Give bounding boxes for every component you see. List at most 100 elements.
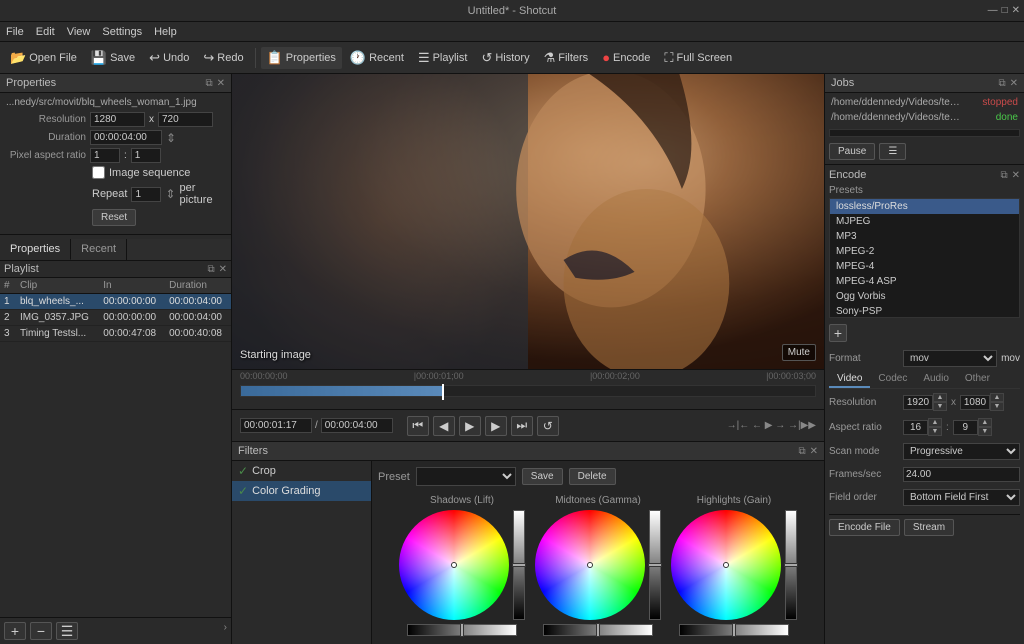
midtones-color-wheel[interactable] [535,510,645,620]
playlist-button[interactable]: ☰ Playlist [412,47,474,69]
playlist-add-button[interactable]: + [4,622,26,640]
menu-view[interactable]: View [67,26,91,38]
shadows-color-wheel[interactable] [399,510,509,620]
resolution-width-input[interactable] [90,112,145,127]
highlights-color-wheel[interactable] [671,510,781,620]
highlights-slider-handle[interactable] [784,563,798,567]
current-time-input[interactable] [240,418,312,433]
redo-button[interactable]: ↪ Redo [197,47,249,69]
field-order-select[interactable]: Bottom Field First [903,489,1020,506]
asp-h-up[interactable]: ▲ [978,418,992,427]
encode-tab-audio[interactable]: Audio [915,371,957,388]
recent-button[interactable]: 🕐 Recent [344,47,410,69]
duration-up-down[interactable]: ⇕ [166,131,176,145]
encode-button[interactable]: ● Encode [596,47,656,68]
scan-mode-select[interactable]: Progressive [903,443,1020,460]
skip-to-end-button[interactable]: ⏭ [511,416,533,436]
playlist-row[interactable]: 2 IMG_0357.JPG 00:00:00:00 00:00:04:00 [0,310,231,326]
preset-item[interactable]: MPEG-4 ASP [830,274,1019,289]
skip-to-start-button[interactable]: ⏮ [407,416,429,436]
encode-file-button[interactable]: Encode File [829,519,900,536]
resolution-w-input[interactable] [903,395,933,410]
res-h-down[interactable]: ▼ [990,402,1004,411]
midtones-slider-handle[interactable] [648,563,662,567]
shadows-bottom-slider[interactable] [407,624,517,636]
res-w-down[interactable]: ▼ [933,402,947,411]
fps-input[interactable] [903,467,1020,482]
preset-item[interactable]: MPEG-2 [830,244,1019,259]
filters-close-button[interactable]: ✕ [810,446,818,457]
encode-tab-video[interactable]: Video [829,371,870,388]
properties-button[interactable]: 📋 Properties [261,47,342,69]
encode-close-button[interactable]: ✕ [1012,170,1020,181]
playlist-close-button[interactable]: ✕ [219,264,227,275]
playlist-float-button[interactable]: ⧉ [207,264,214,275]
close-button[interactable]: ✕ [1012,5,1020,16]
job-item-2[interactable]: /home/ddennedy/Videos/test.mov done [827,110,1022,125]
preset-item[interactable]: MJPEG [830,214,1019,229]
tab-recent[interactable]: Recent [71,239,127,260]
asp-w-up[interactable]: ▲ [928,418,942,427]
playlist-nav-right[interactable]: › [224,622,227,640]
jobs-pause-button[interactable]: Pause [829,143,875,160]
preset-item[interactable]: lossless/ProRes [830,199,1019,214]
encode-tab-codec[interactable]: Codec [870,371,915,388]
properties-close-button[interactable]: ✕ [217,78,225,89]
menu-settings[interactable]: Settings [102,26,142,38]
repeat-up-down[interactable]: ⇕ [165,187,175,201]
jobs-close-button[interactable]: ✕ [1010,78,1018,89]
total-time-input[interactable] [321,418,393,433]
image-sequence-checkbox[interactable] [92,166,105,179]
preset-item[interactable]: MP3 [830,229,1019,244]
shadows-slider[interactable] [513,510,525,620]
menu-help[interactable]: Help [154,26,177,38]
playlist-remove-button[interactable]: − [30,622,52,640]
preset-item[interactable]: Sony-PSP [830,304,1019,318]
filter-item-color-grading[interactable]: ✓ Color Grading [232,481,371,501]
resolution-height-input[interactable] [158,112,213,127]
menu-edit[interactable]: Edit [36,26,55,38]
res-w-up[interactable]: ▲ [933,393,947,402]
playlist-row[interactable]: 1 blq_wheels_... 00:00:00:00 00:00:04:00 [0,294,231,310]
jobs-float-button[interactable]: ⧉ [998,78,1005,89]
cg-delete-button[interactable]: Delete [569,468,616,485]
midtones-wheel-dot[interactable] [587,562,593,568]
duration-input[interactable] [90,130,162,145]
format-select[interactable]: mov [903,350,997,367]
highlights-wheel-dot[interactable] [723,562,729,568]
history-button[interactable]: ↺ History [475,47,535,69]
undo-button[interactable]: ↩ Undo [143,47,195,69]
preset-select[interactable] [416,467,516,486]
loop-button[interactable]: ↺ [537,416,559,436]
save-button[interactable]: 💾 Save [85,47,141,69]
midtones-h-handle[interactable] [596,623,600,637]
highlights-slider[interactable] [785,510,797,620]
shadows-h-handle[interactable] [460,623,464,637]
midtones-bottom-slider[interactable] [543,624,653,636]
asp-h-down[interactable]: ▼ [978,427,992,436]
pixel-aspect-1-input[interactable] [90,148,120,163]
mute-button[interactable]: Mute [782,344,816,361]
shadows-slider-handle[interactable] [512,563,526,567]
play-button[interactable]: ▶ [459,416,481,436]
asp-w-down[interactable]: ▼ [928,427,942,436]
job-item-1[interactable]: /home/ddennedy/Videos/test.mov stopped [827,95,1022,110]
preset-item[interactable]: Ogg Vorbis [830,289,1019,304]
preset-add-button[interactable]: + [829,324,847,342]
open-file-button[interactable]: 📂 Open File [4,47,83,69]
properties-float-button[interactable]: ⧉ [205,78,212,89]
pixel-aspect-2-input[interactable] [131,148,161,163]
filters-button[interactable]: ⚗ Filters [538,47,595,69]
filters-float-button[interactable]: ⧉ [798,446,805,457]
timeline-playhead[interactable] [442,384,444,400]
encode-float-button[interactable]: ⧉ [1000,170,1007,181]
timeline-area[interactable]: 00:00:00;00 |00:00:01;00 |00:00:02;00 |0… [232,369,824,409]
playlist-menu-button[interactable]: ☰ [56,622,78,640]
cg-save-button[interactable]: Save [522,468,563,485]
shadows-wheel-dot[interactable] [451,562,457,568]
res-h-up[interactable]: ▲ [990,393,1004,402]
stream-button[interactable]: Stream [904,519,954,536]
reset-button[interactable]: Reset [92,209,136,226]
aspect-w-input[interactable] [903,420,928,435]
filter-item-crop[interactable]: ✓ Crop [232,461,371,481]
